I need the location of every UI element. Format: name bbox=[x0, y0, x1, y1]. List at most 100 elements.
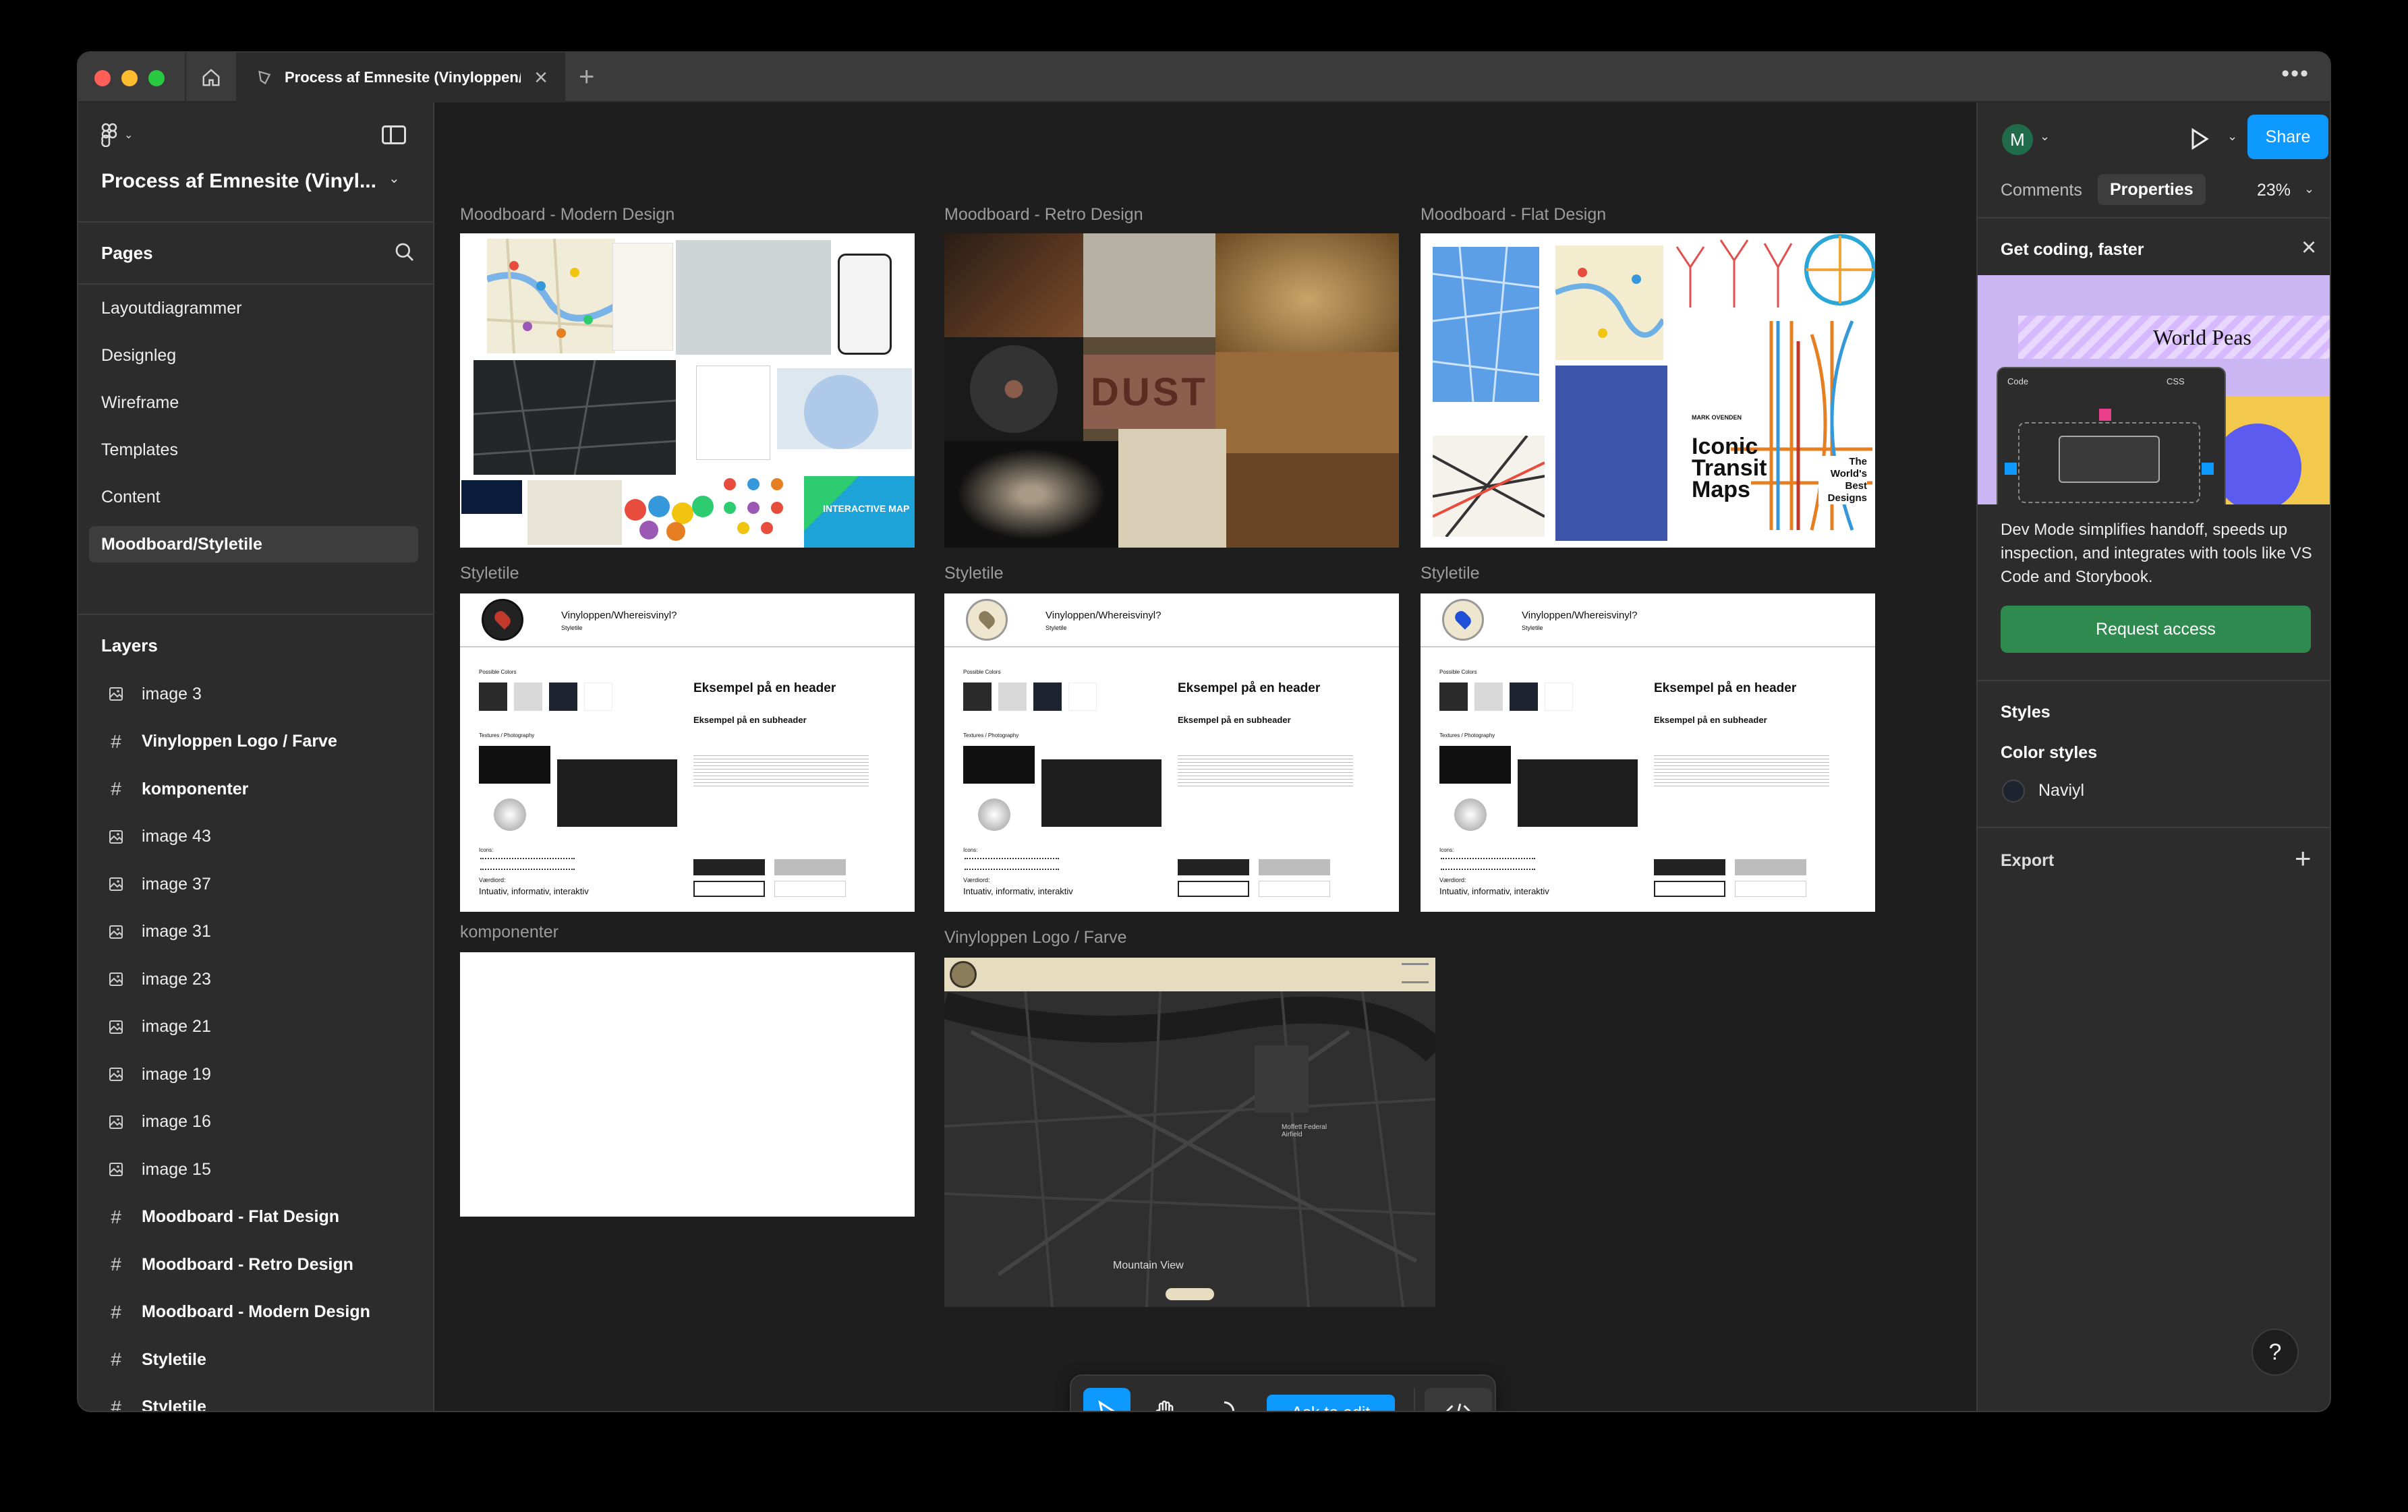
frame-label-styletile-1[interactable]: Styletile bbox=[460, 564, 519, 583]
subheader-example: Eksempel på en subheader bbox=[693, 715, 807, 725]
secondary-button-sample bbox=[1259, 859, 1330, 875]
layer-name: image 3 bbox=[142, 684, 202, 703]
layer-item[interactable]: # komponenter bbox=[78, 765, 433, 813]
avatar[interactable]: M bbox=[2002, 124, 2033, 155]
export-header: Export bbox=[2001, 851, 2055, 870]
layer-name: image 31 bbox=[142, 922, 211, 941]
layer-item[interactable]: image 31 bbox=[78, 908, 433, 956]
layer-name: Moodboard - Retro Design bbox=[142, 1254, 353, 1274]
add-export-icon[interactable]: + bbox=[2295, 844, 2312, 873]
logo-map-board[interactable]: Mountain View Moffett Federal Airfield bbox=[944, 958, 1435, 1307]
moodboard-modern[interactable]: INTERACTIVE MAP bbox=[460, 233, 915, 548]
layer-item[interactable]: image 3 bbox=[78, 670, 433, 718]
frame-label-styletile-3[interactable]: Styletile bbox=[1421, 564, 1480, 583]
color-style-name[interactable]: Naviyl bbox=[2038, 781, 2084, 801]
layer-item[interactable]: image 16 bbox=[78, 1099, 433, 1146]
more-options-icon[interactable]: ••• bbox=[2281, 61, 2310, 87]
minimize-window-button[interactable] bbox=[121, 70, 138, 86]
frame-label-komponenter[interactable]: komponenter bbox=[460, 923, 558, 942]
moodboard-retro[interactable]: DUST bbox=[944, 233, 1399, 548]
subheader-example: Eksempel på en subheader bbox=[1178, 715, 1291, 725]
color-chip bbox=[584, 682, 612, 711]
code-icon bbox=[1445, 1403, 1471, 1411]
vinyl-image bbox=[944, 337, 1083, 441]
share-button[interactable]: Share bbox=[2247, 115, 2328, 159]
file-name[interactable]: Process af Emnesite (Vinyl... bbox=[101, 170, 376, 193]
layer-item[interactable]: image 19 bbox=[78, 1051, 433, 1098]
new-tab-button[interactable]: + bbox=[579, 62, 594, 92]
moodboard-flat[interactable]: MARK OVENDEN Iconic Transit Maps The Wor… bbox=[1421, 233, 1875, 548]
zoom-level[interactable]: 23% bbox=[2257, 181, 2291, 200]
maximize-window-button[interactable] bbox=[148, 70, 165, 86]
frame-label-flat[interactable]: Moodboard - Flat Design bbox=[1421, 205, 1606, 225]
comment-tool-button[interactable] bbox=[1201, 1388, 1248, 1411]
chevron-down-icon[interactable]: ⌄ bbox=[2040, 129, 2050, 144]
layer-item[interactable]: image 21 bbox=[78, 1004, 433, 1051]
primary-hover-sample bbox=[693, 881, 765, 897]
main-menu-button[interactable]: ⌄ bbox=[101, 123, 133, 147]
icons-label: Icons: bbox=[1439, 847, 1454, 853]
layer-item[interactable]: image 37 bbox=[78, 861, 433, 908]
move-tool-button[interactable] bbox=[1083, 1388, 1130, 1411]
layer-item[interactable]: image 23 bbox=[78, 956, 433, 1003]
badge-marker bbox=[2099, 409, 2111, 421]
primary-hover-sample bbox=[1654, 881, 1725, 897]
page-item-templates[interactable]: Templates bbox=[89, 432, 418, 468]
frame-label-logo[interactable]: Vinyloppen Logo / Farve bbox=[944, 928, 1127, 948]
home-button[interactable] bbox=[185, 53, 237, 103]
tab-comments[interactable]: Comments bbox=[2001, 181, 2082, 200]
frame-label-modern[interactable]: Moodboard - Modern Design bbox=[460, 205, 675, 225]
letter-image bbox=[1118, 429, 1226, 548]
chevron-down-icon[interactable]: ⌄ bbox=[389, 170, 400, 187]
styletile-board[interactable]: Vinyloppen/Whereisvinyl? Styletile Possi… bbox=[944, 593, 1399, 912]
title-bar: Process af Emnesite (Vinyloppen/ × + ••• bbox=[78, 53, 2330, 103]
color-swatch[interactable] bbox=[2002, 780, 2025, 803]
close-tab-icon[interactable]: × bbox=[534, 66, 548, 89]
layer-item[interactable]: # Moodboard - Modern Design bbox=[78, 1289, 433, 1336]
body-text-lines bbox=[1654, 753, 1829, 786]
logo-icon bbox=[950, 961, 977, 988]
chevron-down-icon[interactable]: ⌄ bbox=[2304, 182, 2314, 196]
page-item-designleg[interactable]: Designleg bbox=[89, 337, 418, 374]
color-chip bbox=[1545, 682, 1573, 711]
page-item-moodboard-styletile[interactable]: Moodboard/Styletile bbox=[89, 526, 418, 562]
tab-document[interactable]: Process af Emnesite (Vinyloppen/ × bbox=[237, 53, 565, 103]
transit-diagram-image bbox=[1432, 434, 1545, 538]
help-button[interactable]: ? bbox=[2252, 1329, 2299, 1376]
image-icon bbox=[103, 1161, 130, 1177]
hand-tool-button[interactable] bbox=[1141, 1388, 1188, 1411]
komponenter-board[interactable] bbox=[460, 952, 915, 1217]
page-item-layoutdiagrammer[interactable]: Layoutdiagrammer bbox=[89, 290, 418, 326]
layer-item[interactable]: image 43 bbox=[78, 813, 433, 861]
layer-item[interactable]: # Styletile bbox=[78, 1384, 433, 1412]
canvas[interactable]: Moodboard - Modern Design INTERACTIVE MA… bbox=[434, 103, 1976, 1411]
frame-icon: # bbox=[111, 1206, 121, 1227]
page-item-content[interactable]: Content bbox=[89, 479, 418, 515]
tab-properties[interactable]: Properties bbox=[2098, 174, 2206, 205]
map-pins-icon bbox=[486, 238, 617, 354]
sidebar-toggle-icon[interactable] bbox=[382, 125, 406, 144]
layer-item[interactable]: # Vinyloppen Logo / Farve bbox=[78, 718, 433, 765]
play-icon[interactable] bbox=[2187, 125, 2211, 152]
ask-to-edit-button[interactable]: Ask to edit bbox=[1267, 1395, 1395, 1411]
icon-row bbox=[965, 858, 1059, 870]
page-item-wireframe[interactable]: Wireframe bbox=[89, 384, 418, 421]
close-window-button[interactable] bbox=[94, 70, 111, 86]
frame-label-retro[interactable]: Moodboard - Retro Design bbox=[944, 205, 1143, 225]
body-text-lines bbox=[693, 753, 869, 786]
form-image bbox=[696, 366, 770, 460]
request-access-button[interactable]: Request access bbox=[2001, 606, 2311, 653]
chevron-down-icon[interactable]: ⌄ bbox=[2227, 129, 2237, 144]
layer-item[interactable]: image 15 bbox=[78, 1146, 433, 1193]
layer-item[interactable]: # Moodboard - Retro Design bbox=[78, 1241, 433, 1288]
layer-item[interactable]: # Styletile bbox=[78, 1336, 433, 1383]
close-icon[interactable]: × bbox=[2301, 235, 2316, 260]
dev-mode-toggle[interactable] bbox=[1425, 1388, 1492, 1411]
layer-item[interactable]: # Moodboard - Flat Design bbox=[78, 1194, 433, 1241]
dust-text: DUST bbox=[1091, 370, 1208, 414]
search-icon[interactable] bbox=[394, 241, 415, 263]
styletile-board[interactable]: Vinyloppen/Whereisvinyl? Styletile Possi… bbox=[460, 593, 915, 912]
textures-label: Textures / Photography bbox=[479, 732, 535, 738]
frame-label-styletile-2[interactable]: Styletile bbox=[944, 564, 1004, 583]
styletile-board[interactable]: Vinyloppen/Whereisvinyl? Styletile Possi… bbox=[1421, 593, 1875, 912]
